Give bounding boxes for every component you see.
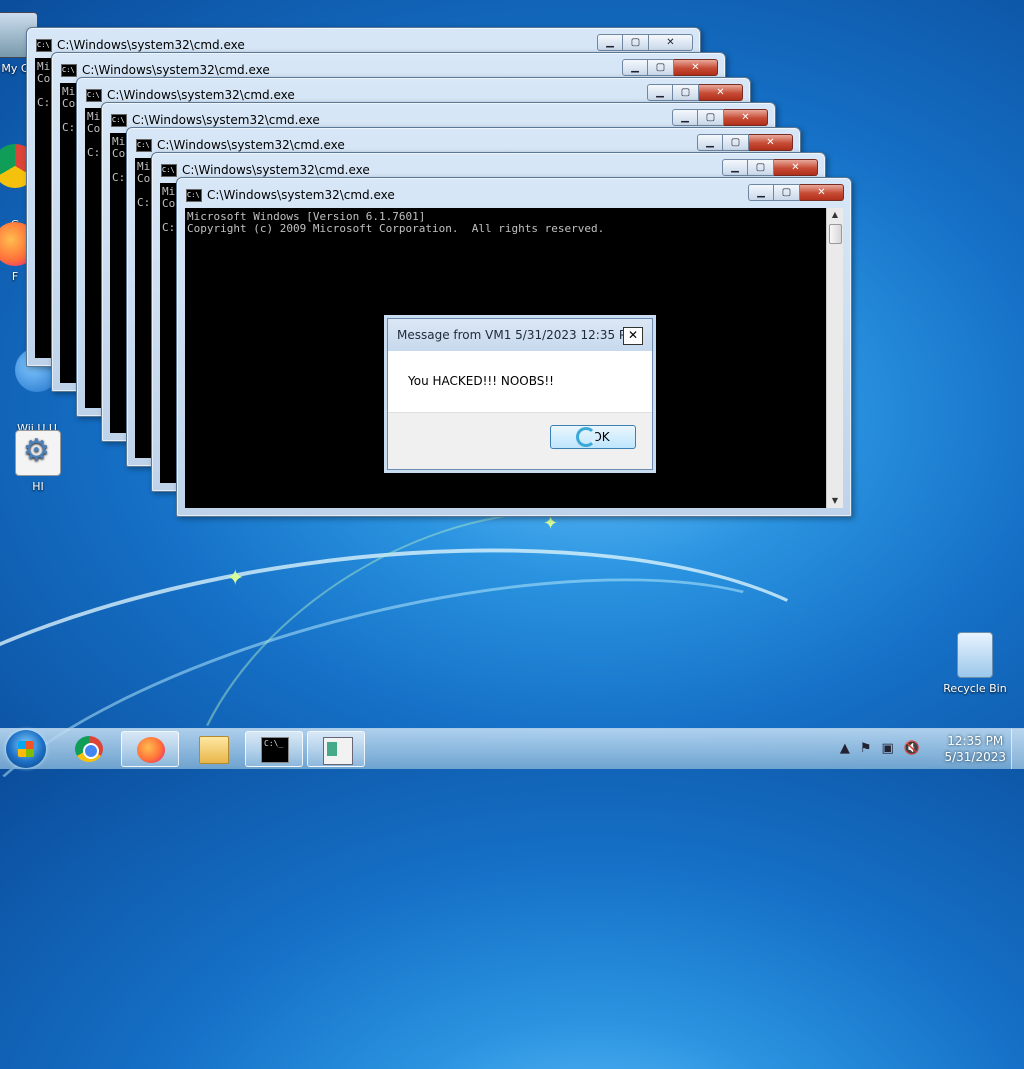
desktop-icon-recycle-bin[interactable]: Recycle Bin <box>940 632 1010 695</box>
message-dialog: Message from VM1 5/31/2023 12:35 PM ✕ Yo… <box>387 318 653 470</box>
dialog-title: Message from VM1 5/31/2023 12:35 PM <box>397 328 637 342</box>
action-center-flag-icon[interactable]: ⚑ <box>860 741 872 756</box>
maximize-button[interactable]: ▢ <box>673 84 699 101</box>
show-desktop-button[interactable] <box>1011 729 1024 769</box>
scroll-up-arrow[interactable]: ▲ <box>827 208 843 222</box>
close-button[interactable]: ✕ <box>774 159 818 176</box>
desktop-icon-hi[interactable]: HI <box>3 430 73 493</box>
system-tray: ▲ ⚑ ▣ 🔇 <box>840 741 920 756</box>
cmd-icon: C:\ <box>111 113 127 127</box>
minimize-button[interactable]: ▁ <box>672 109 698 126</box>
cmd-icon: C:\ <box>36 38 52 52</box>
cmd-icon: C:\_ <box>261 737 289 763</box>
dialog-footer: OK <box>388 412 652 469</box>
start-button[interactable] <box>6 730 46 768</box>
settings-file-icon <box>15 430 61 476</box>
cmd-icon: C:\ <box>161 163 177 177</box>
minimize-button[interactable]: ▁ <box>722 159 748 176</box>
window-title: C:\ C:\Windows\system32\cmd.exe <box>186 188 395 202</box>
cmd-icon: C:\ <box>186 188 202 202</box>
close-button[interactable]: ✕ <box>699 84 743 101</box>
folder-icon <box>199 736 229 764</box>
minimize-button[interactable]: ▁ <box>647 84 673 101</box>
ok-button[interactable]: OK <box>550 425 636 449</box>
maximize-button[interactable]: ▢ <box>774 184 800 201</box>
close-button[interactable]: ✕ <box>749 134 793 151</box>
window-title: C:\ C:\Windows\system32\cmd.exe <box>111 113 320 127</box>
maximize-button[interactable]: ▢ <box>648 59 674 76</box>
scroll-thumb[interactable] <box>829 224 842 244</box>
clock[interactable]: 12:35 PM 5/31/2023 <box>944 733 1006 765</box>
taskbar-explorer[interactable] <box>184 731 242 767</box>
minimize-button[interactable]: ▁ <box>697 134 723 151</box>
close-button[interactable]: ✕ <box>674 59 718 76</box>
close-button[interactable]: ✕ <box>724 109 768 126</box>
desktop-icon-label: Recycle Bin <box>943 682 1007 695</box>
wallpaper-sparkle: ✦ <box>226 566 245 591</box>
taskbar: C:\_ ▲ ⚑ ▣ 🔇 12:35 PM 5/31/2023 <box>0 728 1024 769</box>
busy-cursor-icon <box>576 426 597 447</box>
window-icon <box>323 737 353 765</box>
maximize-button[interactable]: ▢ <box>723 134 749 151</box>
show-hidden-icons-arrow[interactable]: ▲ <box>840 741 850 756</box>
recycle-bin-icon <box>957 632 993 678</box>
window-title: C:\ C:\Windows\system32\cmd.exe <box>61 63 270 77</box>
firefox-icon <box>137 737 165 763</box>
dialog-close-button[interactable]: ✕ <box>623 327 643 345</box>
window-title: C:\ C:\Windows\system32\cmd.exe <box>136 138 345 152</box>
minimize-button[interactable]: ▁ <box>597 34 623 51</box>
dialog-title-bar[interactable]: Message from VM1 5/31/2023 12:35 PM ✕ <box>388 319 652 351</box>
window-title: C:\ C:\Windows\system32\cmd.exe <box>161 163 370 177</box>
clock-date: 5/31/2023 <box>944 750 1006 764</box>
minimize-button[interactable]: ▁ <box>748 184 774 201</box>
maximize-button[interactable]: ▢ <box>748 159 774 176</box>
taskbar-chrome[interactable] <box>60 731 118 767</box>
close-button[interactable]: ✕ <box>800 184 844 201</box>
minimize-button[interactable]: ▁ <box>622 59 648 76</box>
taskbar-firefox[interactable] <box>121 731 179 767</box>
close-button[interactable]: ✕ <box>649 34 693 51</box>
taskbar-cmd[interactable]: C:\_ <box>245 731 303 767</box>
dialog-message: You HACKED!!! NOOBS!! <box>408 374 554 388</box>
clock-time: 12:35 PM <box>947 734 1004 748</box>
scroll-down-arrow[interactable]: ▼ <box>827 494 843 508</box>
cmd-icon: C:\ <box>61 63 77 77</box>
window-title: C:\ C:\Windows\system32\cmd.exe <box>86 88 295 102</box>
cmd-icon: C:\ <box>136 138 152 152</box>
maximize-button[interactable]: ▢ <box>698 109 724 126</box>
window-title: C:\ C:\Windows\system32\cmd.exe <box>36 38 245 52</box>
maximize-button[interactable]: ▢ <box>623 34 649 51</box>
cmd-icon: C:\ <box>86 88 102 102</box>
taskbar-window[interactable] <box>307 731 365 767</box>
volume-muted-icon[interactable]: 🔇 <box>904 741 920 756</box>
desktop-icon-label: HI <box>32 480 44 493</box>
vertical-scrollbar[interactable]: ▲▼ <box>826 208 843 508</box>
chrome-icon <box>75 736 103 762</box>
network-icon[interactable]: ▣ <box>882 741 894 756</box>
